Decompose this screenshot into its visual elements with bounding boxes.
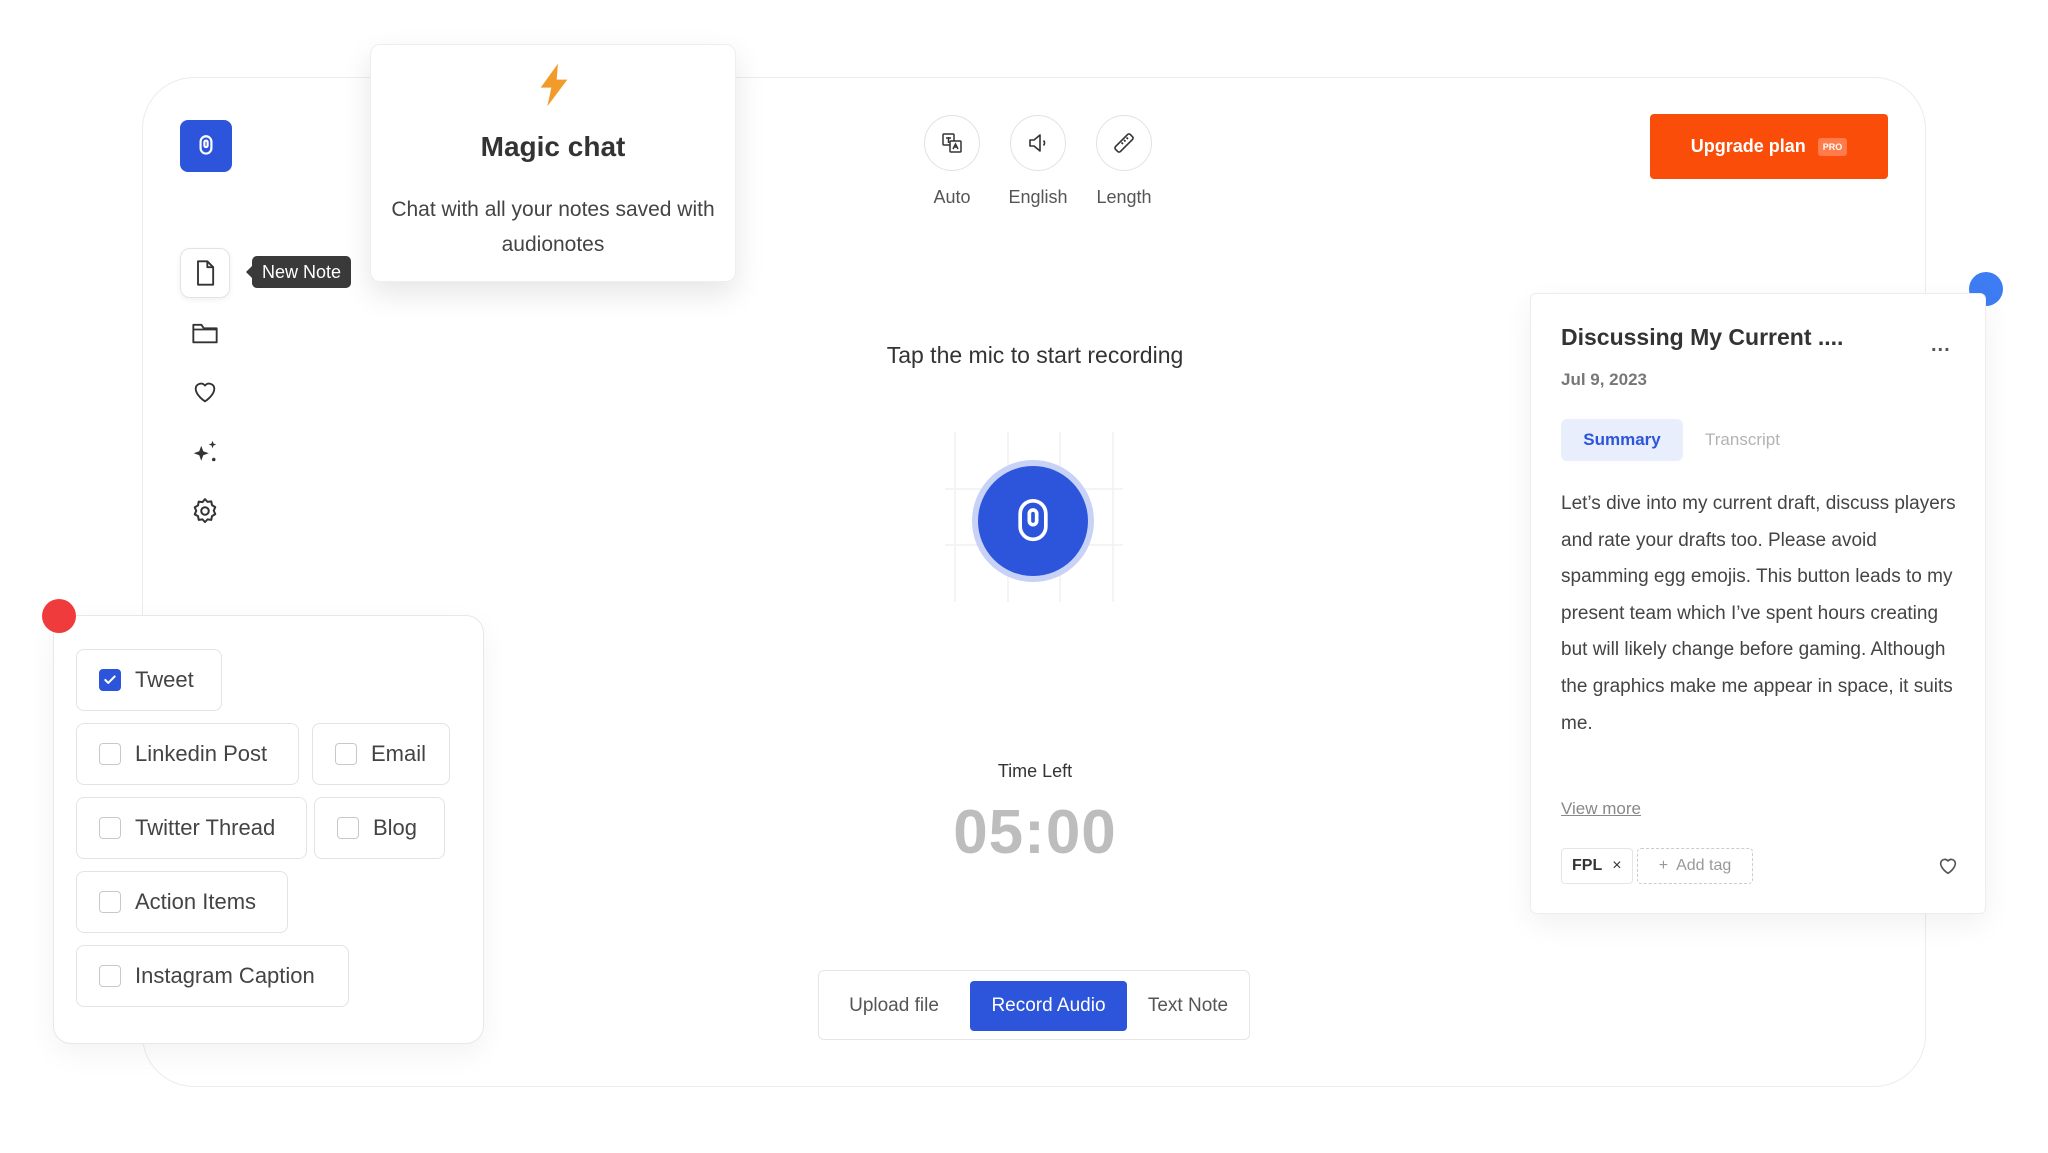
record-prompt: Tap the mic to start recording bbox=[886, 342, 1184, 368]
tab-summary[interactable]: Summary bbox=[1561, 419, 1683, 461]
text-note-button[interactable]: Text Note bbox=[1135, 981, 1241, 1031]
ruler-icon bbox=[1114, 133, 1134, 153]
add-tag-button[interactable]: + Add tag bbox=[1637, 848, 1753, 884]
tag-label: FPL bbox=[1572, 857, 1603, 874]
magic-chat-card: Magic chat Chat with all your notes save… bbox=[370, 44, 736, 282]
tag-remove-button[interactable]: × bbox=[1612, 857, 1621, 875]
gear-icon bbox=[193, 498, 217, 524]
checkbox[interactable] bbox=[99, 743, 121, 765]
option-email[interactable]: Email bbox=[312, 723, 450, 785]
checkbox[interactable] bbox=[99, 817, 121, 839]
option-label: Email bbox=[371, 741, 427, 766]
upgrade-plan-button[interactable]: Upgrade plan PRO bbox=[1650, 114, 1888, 179]
option-action-items[interactable]: Action Items bbox=[76, 871, 288, 933]
tool-length-button[interactable] bbox=[1096, 115, 1152, 171]
sidebar-item-new-note[interactable] bbox=[180, 248, 230, 298]
heart-icon bbox=[194, 382, 216, 403]
view-more-link[interactable]: View more bbox=[1561, 799, 1641, 819]
option-label: Linkedin Post bbox=[135, 741, 268, 766]
pro-badge: PRO bbox=[1817, 137, 1848, 156]
note-card: Discussing My Current .... ... Jul 9, 20… bbox=[1530, 293, 1986, 914]
folder-icon bbox=[192, 323, 218, 344]
magic-chat-title: Magic chat bbox=[480, 131, 626, 162]
upload-file-button[interactable]: Upload file bbox=[829, 981, 959, 1031]
option-tweet[interactable]: Tweet bbox=[76, 649, 222, 711]
tool-language-label: English bbox=[1008, 187, 1068, 207]
tooltip-new-note: New Note bbox=[245, 256, 352, 288]
check-icon bbox=[104, 675, 116, 684]
input-mode-switcher: Upload file Record Audio Text Note bbox=[818, 970, 1250, 1040]
option-label: Action Items bbox=[135, 889, 257, 914]
output-options-card: Tweet Linkedin Post Email Twitter Thread… bbox=[53, 615, 484, 1044]
checkbox-checked[interactable] bbox=[99, 669, 121, 691]
lightning-icon bbox=[540, 63, 568, 107]
mic-icon bbox=[1018, 499, 1048, 542]
checkbox[interactable] bbox=[99, 965, 121, 987]
tool-auto-label: Auto bbox=[933, 187, 971, 207]
record-mic-button[interactable] bbox=[978, 466, 1088, 576]
record-audio-button[interactable]: Record Audio bbox=[970, 981, 1127, 1031]
sidebar-item-favorites[interactable] bbox=[180, 367, 230, 417]
option-label: Twitter Thread bbox=[135, 815, 276, 840]
magic-chat-description: Chat with all your notes saved with audi… bbox=[391, 198, 715, 256]
plus-icon: + bbox=[1658, 857, 1669, 874]
tool-length-label: Length bbox=[1096, 187, 1152, 207]
time-left-label: Time Left bbox=[997, 761, 1073, 781]
translate-icon bbox=[942, 133, 962, 153]
file-icon bbox=[197, 260, 215, 286]
note-title: Discussing My Current .... bbox=[1561, 324, 1844, 350]
checkbox[interactable] bbox=[99, 891, 121, 913]
tab-transcript[interactable]: Transcript bbox=[1705, 419, 1780, 461]
sparkles-icon bbox=[193, 440, 217, 462]
sidebar-item-settings[interactable] bbox=[180, 486, 230, 536]
tool-auto-button[interactable] bbox=[924, 115, 980, 171]
add-tag-label: Add tag bbox=[1676, 857, 1732, 874]
option-label: Blog bbox=[373, 815, 418, 840]
option-instagram-caption[interactable]: Instagram Caption bbox=[76, 945, 349, 1007]
option-linkedin-post[interactable]: Linkedin Post bbox=[76, 723, 299, 785]
upgrade-plan-label: Upgrade plan bbox=[1690, 136, 1806, 156]
tag-chip: FPL × bbox=[1561, 848, 1633, 884]
decorative-red-dot bbox=[42, 599, 76, 633]
tool-language-button[interactable] bbox=[1010, 115, 1066, 171]
note-date: Jul 9, 2023 bbox=[1561, 370, 1648, 389]
option-twitter-thread[interactable]: Twitter Thread bbox=[76, 797, 307, 859]
option-label: Instagram Caption bbox=[135, 963, 315, 988]
sidebar-item-folders[interactable] bbox=[180, 308, 230, 358]
sidebar-item-ai[interactable] bbox=[180, 427, 230, 477]
note-more-options-button[interactable]: ... bbox=[1931, 334, 1951, 357]
app-logo-button[interactable] bbox=[180, 120, 232, 172]
time-left-value: 05:00 bbox=[953, 798, 1117, 867]
mic-icon bbox=[199, 135, 213, 155]
checkbox[interactable] bbox=[335, 743, 357, 765]
checkbox[interactable] bbox=[337, 817, 359, 839]
favorite-heart-icon[interactable] bbox=[1936, 855, 1960, 877]
note-summary-text: Let’s dive into my current draft, discus… bbox=[1561, 493, 1956, 734]
option-label: Tweet bbox=[135, 667, 194, 692]
speaker-icon bbox=[1029, 134, 1046, 152]
option-blog[interactable]: Blog bbox=[314, 797, 445, 859]
